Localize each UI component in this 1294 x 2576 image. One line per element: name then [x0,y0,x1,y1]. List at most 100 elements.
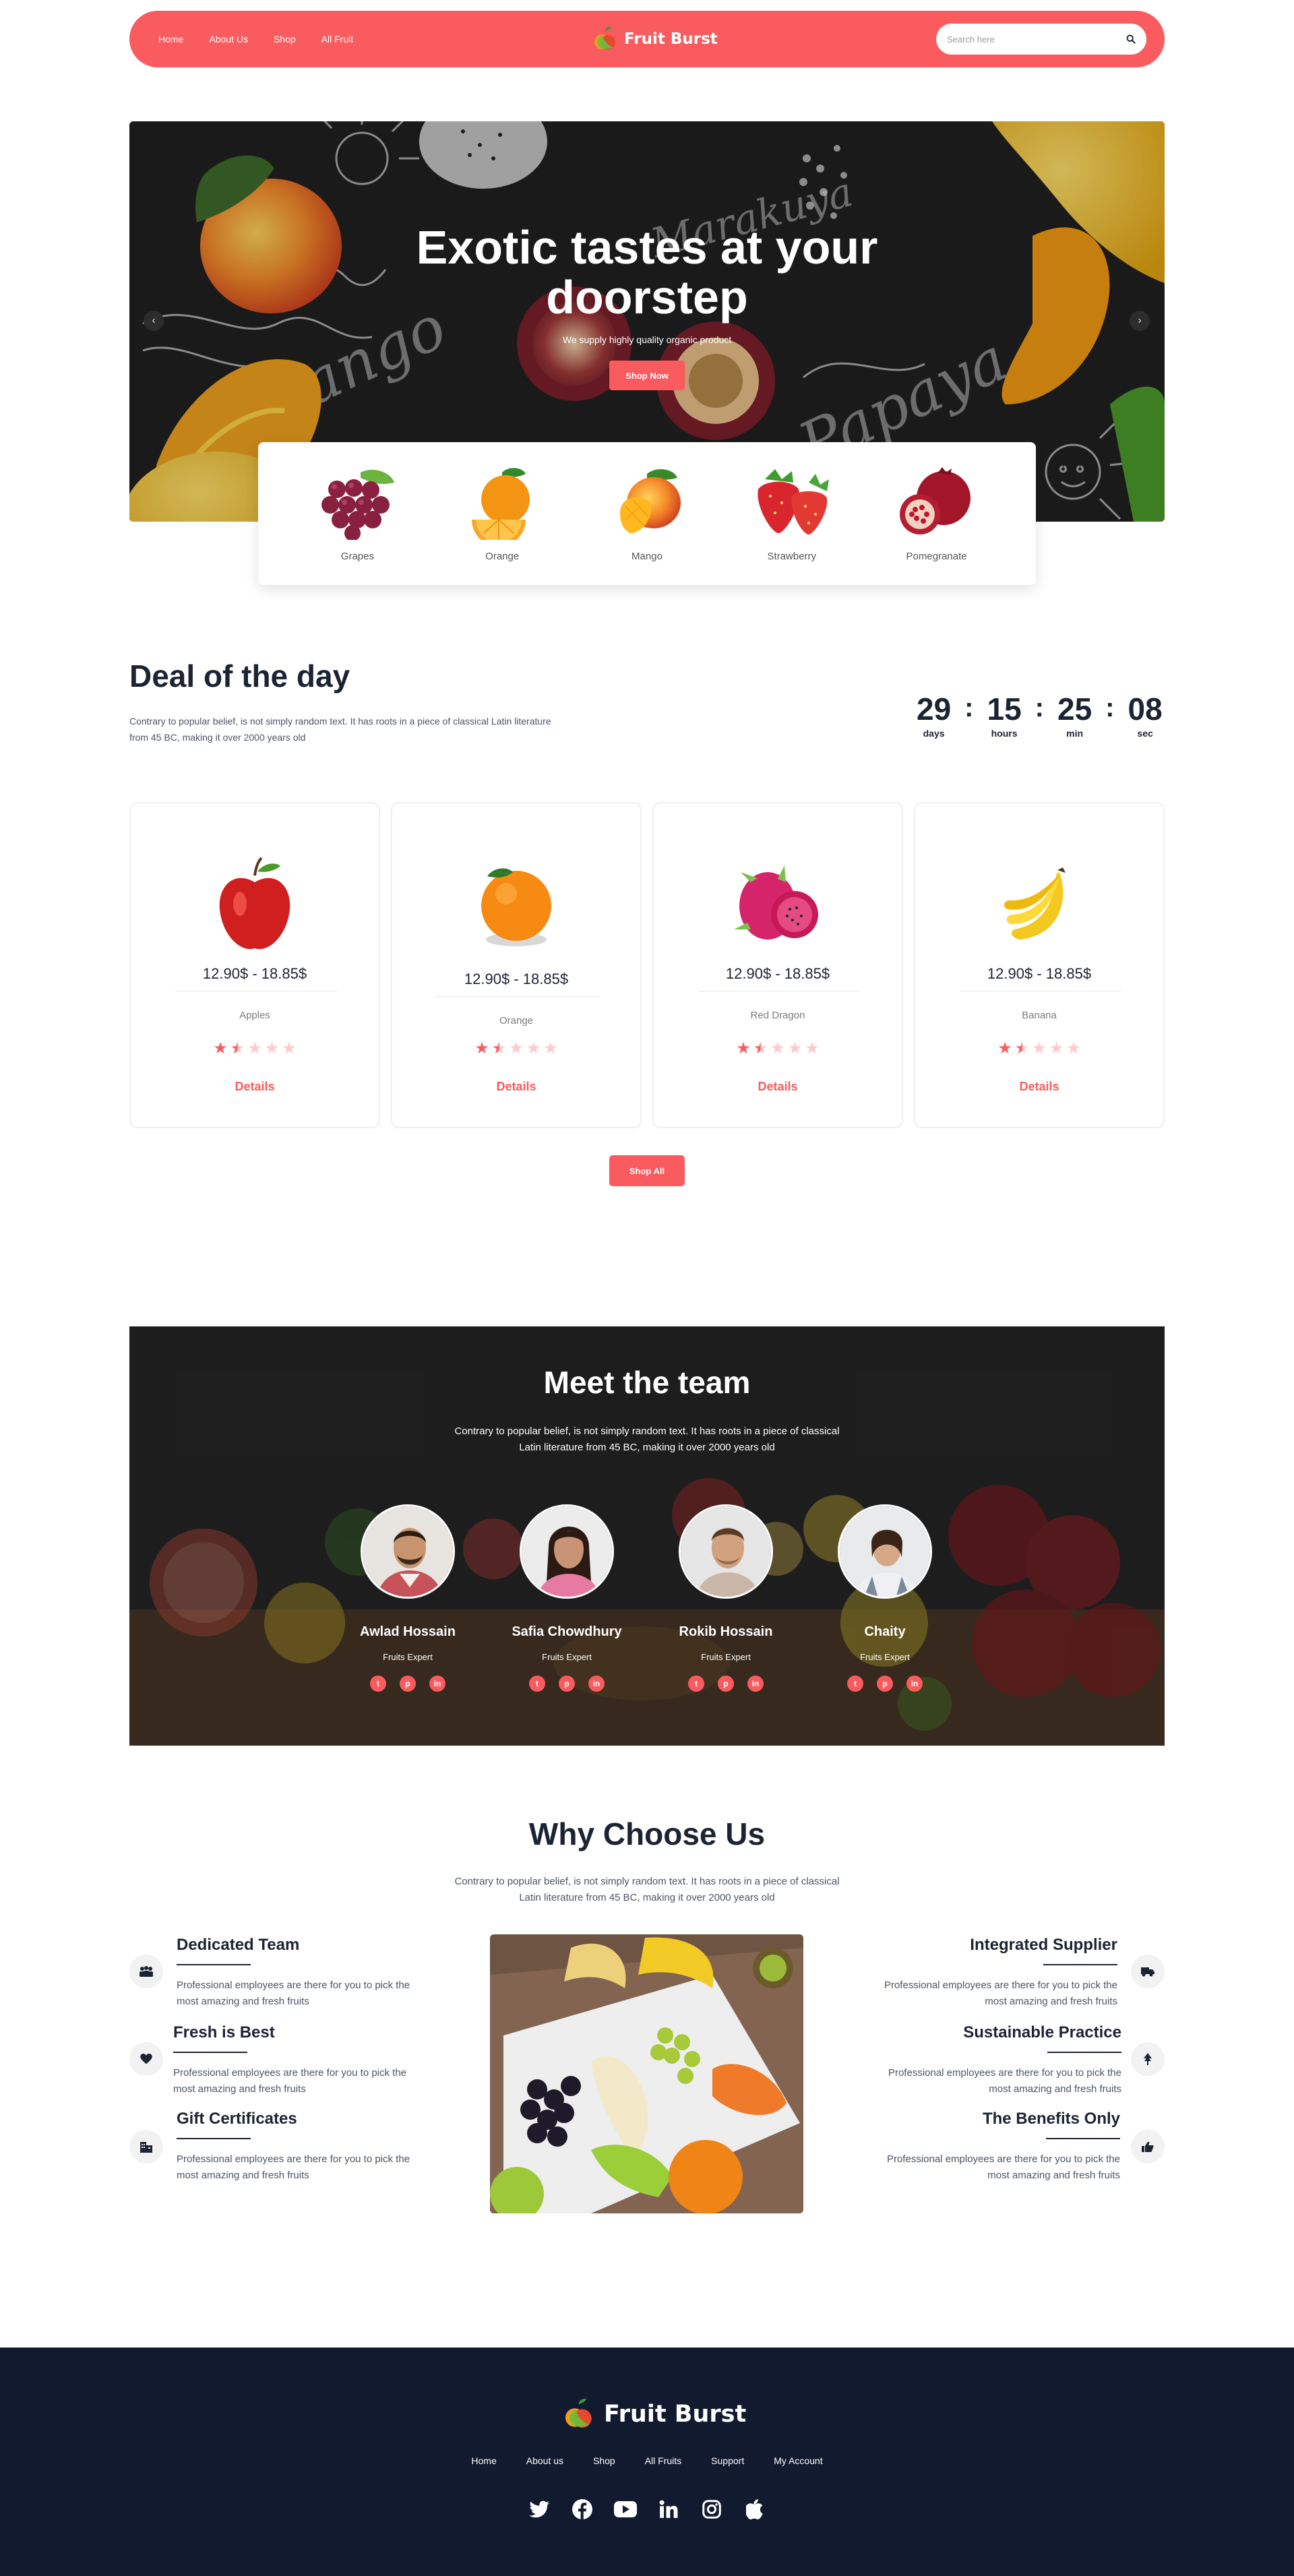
star-icon: ★ [230,1039,245,1057]
carousel-prev-arrow-icon[interactable]: ‹ [144,311,164,331]
twitter-icon[interactable]: t [688,1676,704,1692]
shop-now-button[interactable]: Shop Now [609,361,685,390]
countdown-timer: 29 days : 15 hours : 25 min : 08 sec [917,690,1163,739]
avatar [520,1504,614,1599]
carousel-next-arrow-icon[interactable]: › [1130,311,1150,331]
footer-link-all-fruits[interactable]: All Fruits [645,2455,681,2466]
footer-link-about[interactable]: About us [526,2455,563,2466]
category-label: Orange [485,550,520,562]
pinterest-icon[interactable]: p [559,1676,575,1692]
star-icon: ★ [997,1039,1012,1057]
star-rating: ★ ★ ★ ★ ★ [915,1041,1163,1057]
category-mango[interactable]: Mango [590,466,704,562]
deal-title: Deal of the day [129,658,350,694]
category-orange[interactable]: Orange [445,466,559,562]
hero-title: Exotic tastes at your doorstep [129,222,1165,322]
linkedin-icon[interactable]: in [588,1676,605,1692]
nav-link-shop[interactable]: Shop [274,34,296,44]
member-name: Awlad Hossain [360,1624,456,1639]
team-title: Meet the team [543,1365,751,1400]
dragon-fruit-image [654,852,902,960]
feature-underline [173,2052,247,2053]
avatar [361,1504,455,1599]
footer-link-my-account[interactable]: My Account [774,2455,822,2466]
details-link[interactable]: Details [392,1080,640,1094]
category-grapes[interactable]: Grapes [300,466,414,562]
star-rating: ★ ★ ★ ★ ★ [131,1041,379,1057]
feature-title: The Benefits Only [982,2110,1120,2128]
nav-link-about[interactable]: About Us [209,34,248,44]
team-description: Contrary to popular belief, is not simpl… [454,1425,840,1453]
search-icon[interactable] [1126,34,1136,44]
apple-image [131,852,379,960]
linkedin-icon[interactable]: in [747,1676,764,1692]
star-icon: ★ [474,1039,489,1057]
product-name: Red Dragon [750,1010,805,1021]
fruit-logo-icon [565,2399,592,2428]
feature-description: Professional employees are there for you… [173,2067,407,2095]
product-card-banana[interactable]: 12.90$ - 18.85$ Banana ★ ★ ★ ★ ★ Details [914,802,1165,1128]
nav-link-home[interactable]: Home [158,34,183,44]
linkedin-icon[interactable]: in [429,1676,445,1692]
twitter-icon[interactable]: t [529,1676,545,1692]
person-avatar-icon [363,1506,453,1597]
footer-link-home[interactable]: Home [471,2455,496,2466]
facebook-icon[interactable] [571,2498,594,2521]
category-strawberry[interactable]: Strawberry [735,466,849,562]
category-pomegranate[interactable]: Pomegranate [880,466,994,562]
feature-underline [1046,2138,1120,2139]
product-name: Apples [239,1010,270,1021]
feature-underline [1047,2052,1121,2053]
fruit-platter-image [490,1934,803,2213]
footer-brand-logo[interactable]: Fruit Burst [563,2397,746,2431]
timer-seconds-value: 08 [1128,692,1163,727]
member-role: Fruits Expert [860,1652,910,1662]
team-member-rokib: Rokib Hossain Fruits Expert t p in [658,1504,793,1692]
details-link[interactable]: Details [131,1080,379,1094]
hero-title-line-2: doorstep [546,271,748,324]
footer-link-support[interactable]: Support [711,2455,744,2466]
apple-icon[interactable] [743,2498,766,2521]
brand-logo[interactable]: Fruit Burst [593,11,718,67]
orange-fruit-icon [481,868,551,946]
member-socials: t p in [818,1676,952,1692]
star-icon: ★ [264,1039,280,1057]
twitter-icon[interactable] [528,2498,551,2521]
team-member-awlad: Awlad Hossain Fruits Expert t p in [340,1504,475,1692]
orange-image [392,852,640,960]
divider [437,996,598,997]
linkedin-icon[interactable] [657,2498,680,2521]
thumbs-up-icon [1131,2130,1165,2164]
linkedin-icon[interactable]: in [906,1676,923,1692]
instagram-icon[interactable] [700,2498,723,2521]
twitter-icon[interactable]: t [370,1676,386,1692]
star-icon: ★ [509,1039,524,1057]
strawberry-icon [758,468,829,534]
youtube-icon[interactable] [614,2498,637,2521]
timer-minutes-value: 25 [1057,692,1092,727]
product-card-apples[interactable]: 12.90$ - 18.85$ Apples ★ ★ ★ ★ ★ Details [129,802,380,1128]
timer-minutes: 25 min [1057,690,1092,739]
category-strip: Grapes Orange Mango Strawberry Pomegrana… [258,442,1036,585]
banana-icon [1004,867,1066,940]
footer-link-shop[interactable]: Shop [593,2455,615,2466]
product-name: Banana [1022,1010,1057,1021]
search-input[interactable] [947,34,1126,44]
twitter-icon[interactable]: t [847,1676,863,1692]
product-card-orange[interactable]: 12.90$ - 18.85$ Orange ★ ★ ★ ★ ★ Details [391,802,642,1128]
star-icon: ★ [736,1039,751,1057]
pinterest-icon[interactable]: p [877,1676,893,1692]
pinterest-icon[interactable]: p [400,1676,416,1692]
feature-underline [1043,1964,1117,1965]
why-description: Contrary to popular belief, is not simpl… [454,1876,840,1903]
product-card-red-dragon[interactable]: 12.90$ - 18.85$ Red Dragon ★ ★ ★ ★ ★ Details [652,802,903,1128]
details-link[interactable]: Details [654,1080,902,1094]
banana-image [915,852,1163,960]
nav-link-all-fruit[interactable]: All Fruit [321,34,353,44]
timer-hours-value: 15 [987,692,1022,727]
member-name: Safia Chowdhury [512,1624,622,1639]
details-link[interactable]: Details [915,1080,1163,1094]
fruit-logo-icon [594,26,615,50]
pinterest-icon[interactable]: p [718,1676,734,1692]
shop-all-button[interactable]: Shop All [609,1155,685,1186]
